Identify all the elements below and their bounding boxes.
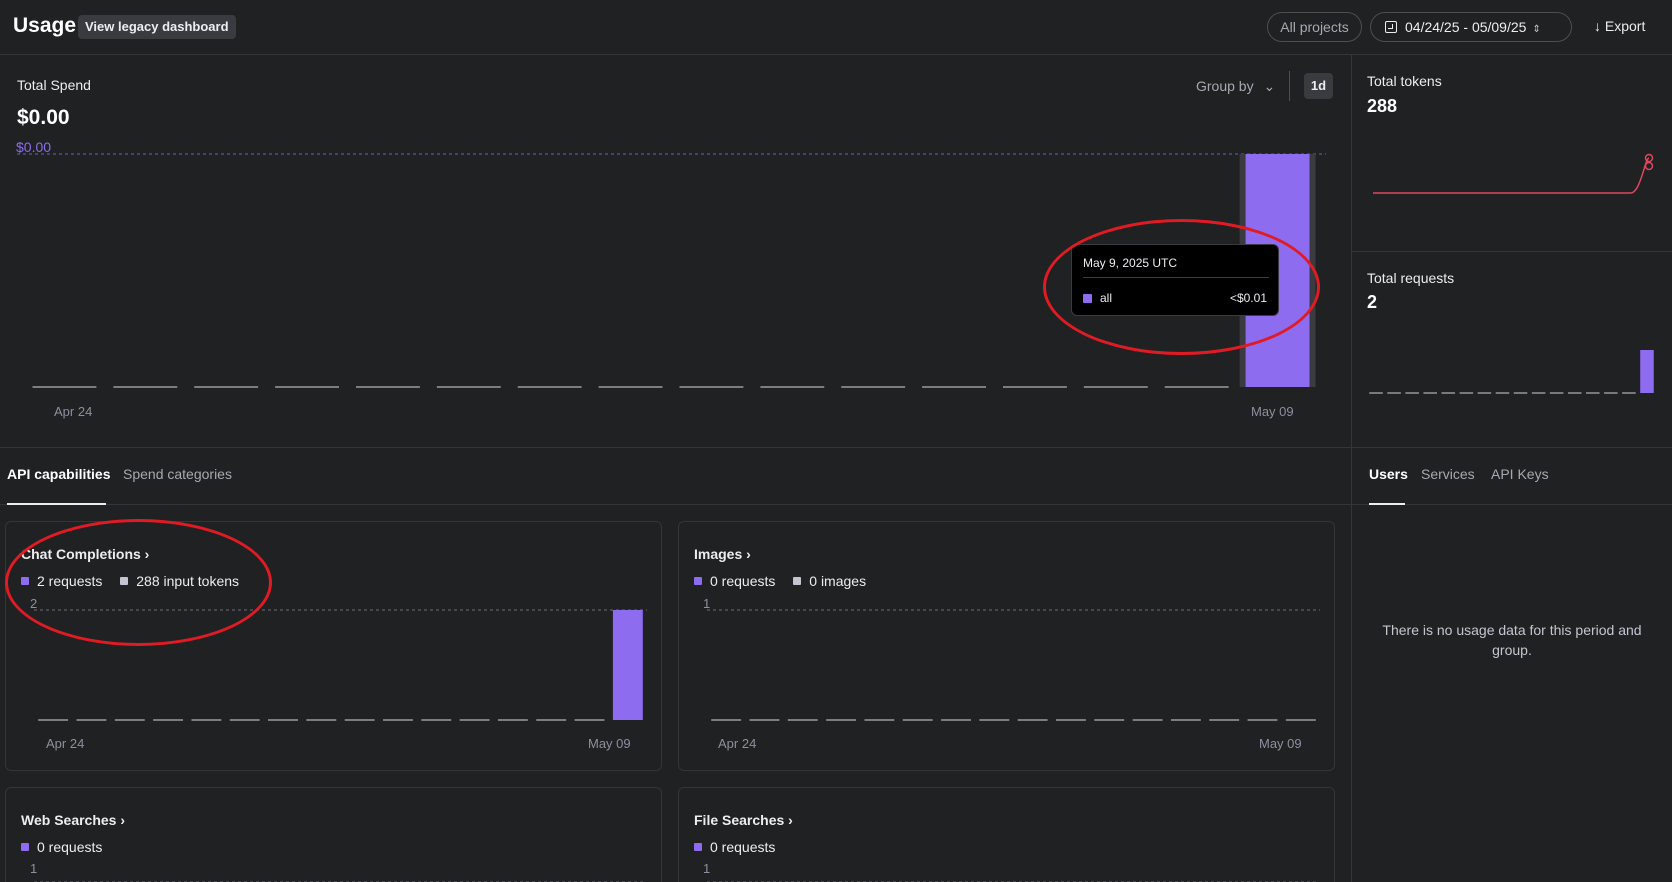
- page-title: Usage: [13, 14, 77, 37]
- legend-swatch-requests: [694, 577, 702, 585]
- export-button[interactable]: ↓ Export: [1594, 18, 1645, 34]
- total-tokens-value: 288: [1367, 96, 1398, 116]
- empty-state-message: There is no usage data for this period a…: [1382, 622, 1642, 658]
- group-by-label: Group by: [1196, 78, 1254, 94]
- card-title-link[interactable]: Web Searches ›: [21, 812, 125, 828]
- card-legend: 0 requests 0 images: [694, 573, 880, 589]
- total-requests-label: Total requests: [1367, 270, 1455, 286]
- legend-swatch-requests: [694, 843, 702, 851]
- download-arrow-icon: ↓: [1594, 18, 1601, 34]
- total-spend-label: Total Spend: [17, 77, 91, 93]
- x-tick-start: Apr 24: [54, 404, 93, 419]
- legend-requests: 0 requests: [37, 839, 103, 855]
- tab-api-capabilities[interactable]: API capabilities: [7, 466, 110, 482]
- images-chart[interactable]: [679, 602, 1335, 722]
- period-1d-button[interactable]: 1d: [1304, 73, 1333, 99]
- card-title-text: Images: [694, 546, 743, 562]
- bar-May 09: [1640, 350, 1654, 393]
- toolbar-separator: [1289, 71, 1290, 101]
- card-legend: 0 requests: [21, 839, 116, 855]
- x-tick-start: Apr 24: [46, 736, 85, 751]
- date-range-picker[interactable]: 04/24/25 - 05/09/25 ⇕: [1370, 12, 1572, 42]
- projects-filter-button[interactable]: All projects: [1267, 12, 1362, 42]
- total-requests-value: 2: [1367, 292, 1378, 312]
- y-max-label: 1: [703, 861, 711, 876]
- card-legend: 0 requests: [694, 839, 789, 855]
- total-spend-value: $0.00: [17, 106, 70, 129]
- x-tick-start: Apr 24: [718, 736, 757, 751]
- tab-active-indicator: [1369, 503, 1405, 505]
- page-header: Usage View legacy dashboard All projects…: [0, 0, 1672, 55]
- total-requests-chart[interactable]: [1351, 340, 1672, 400]
- legend-images: 0 images: [809, 573, 867, 589]
- card-file-searches: File Searches › 0 requests 1: [678, 787, 1335, 882]
- date-range-label: 04/24/25 - 05/09/25: [1405, 19, 1527, 35]
- annotation-ellipse-tooltip: [1043, 219, 1320, 355]
- y-max-label: 1: [30, 861, 38, 876]
- legend-swatch-requests: [21, 843, 29, 851]
- tab-spend-categories[interactable]: Spend categories: [123, 466, 232, 482]
- chevron-down-icon: ⌄: [1263, 78, 1276, 94]
- legend-requests: 0 requests: [710, 573, 776, 589]
- chevron-right-icon: ›: [788, 812, 793, 828]
- export-label: Export: [1604, 18, 1646, 34]
- tabs-divider: [0, 504, 1351, 505]
- card-images: Images › 0 requests 0 images 1 Apr 24 Ma…: [678, 521, 1335, 771]
- x-tick-end: May 09: [1259, 736, 1302, 751]
- chevron-updown-icon: ⇕: [1532, 24, 1541, 35]
- tab-users[interactable]: Users: [1369, 466, 1408, 482]
- chevron-right-icon: ›: [120, 812, 126, 828]
- total-tokens-label: Total tokens: [1367, 73, 1442, 89]
- x-tick-end: May 09: [1251, 404, 1294, 419]
- tab-api-keys[interactable]: API Keys: [1491, 466, 1549, 482]
- card-title-link[interactable]: File Searches ›: [694, 812, 793, 828]
- right-divider: [1351, 251, 1672, 252]
- tab-services[interactable]: Services: [1421, 466, 1475, 482]
- legend-requests: 0 requests: [710, 839, 776, 855]
- view-legacy-dashboard-button[interactable]: View legacy dashboard: [78, 15, 236, 39]
- card-title-link[interactable]: Images ›: [694, 546, 751, 562]
- right-divider: [1351, 447, 1672, 448]
- total-tokens-chart[interactable]: [1351, 150, 1672, 210]
- card-web-searches: Web Searches › 0 requests 1: [5, 787, 662, 882]
- annotation-ellipse-chat: [5, 519, 272, 646]
- chevron-right-icon: ›: [746, 546, 751, 562]
- card-title-text: Web Searches: [21, 812, 117, 828]
- legend-swatch-images: [793, 577, 802, 585]
- x-tick-end: May 09: [588, 736, 631, 751]
- bar-May 09: [612, 610, 643, 720]
- section-divider: [0, 447, 1351, 448]
- calendar-icon: [1385, 21, 1397, 33]
- tokens-point-marker: [1644, 161, 1654, 171]
- tab-active-indicator: [7, 503, 106, 505]
- group-by-dropdown[interactable]: Group by ⌄: [1196, 78, 1275, 95]
- card-title-text: File Searches: [694, 812, 785, 828]
- tokens-line: [1373, 157, 1650, 194]
